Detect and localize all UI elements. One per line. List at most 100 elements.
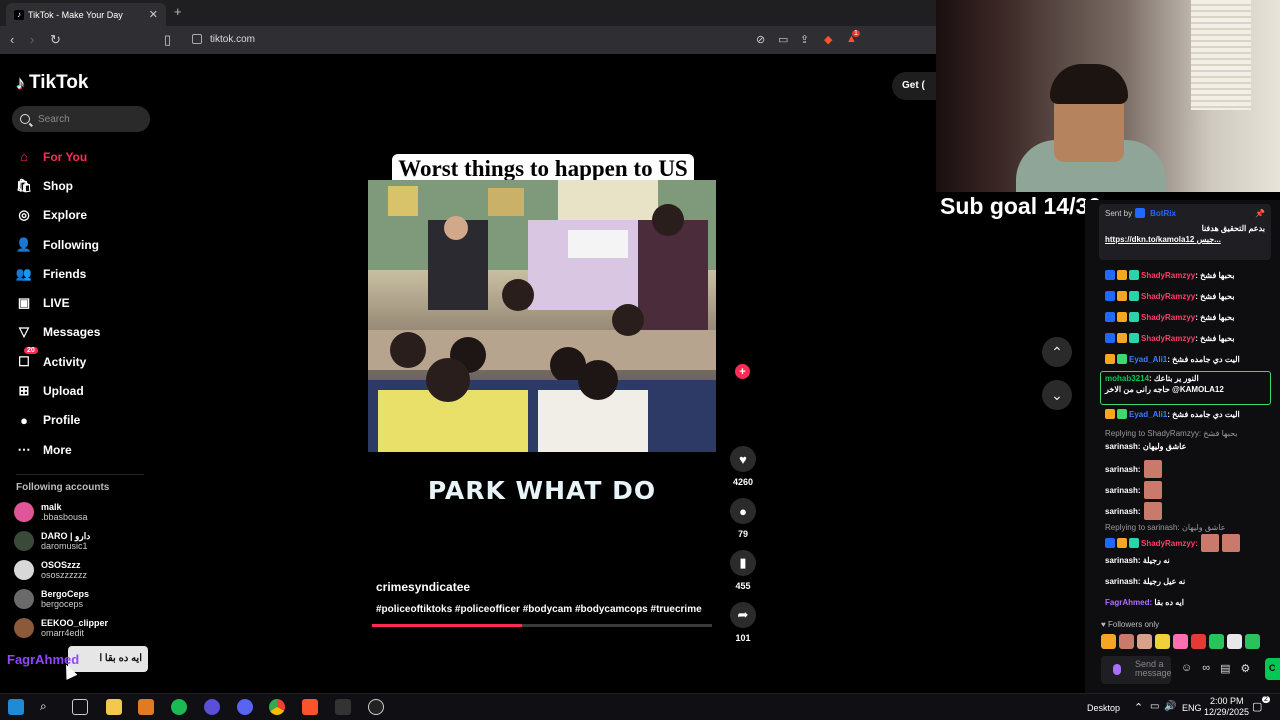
tray-chevron-icon[interactable]: ⌃ xyxy=(1134,701,1143,714)
sidebar-item-live[interactable]: ▣ LIVE xyxy=(16,288,146,317)
video-frame xyxy=(368,180,716,452)
sidebar-item-activity[interactable]: ☐ 20 Activity xyxy=(16,347,146,376)
store-icon[interactable]: ▤ xyxy=(1220,662,1230,675)
discord-icon[interactable] xyxy=(237,699,253,715)
activity-icon: ☐ xyxy=(18,353,30,369)
close-tab-icon[interactable]: ✕ xyxy=(149,8,158,21)
emote-icon[interactable] xyxy=(1227,634,1242,649)
pin-icon[interactable]: 📌 xyxy=(1255,209,1265,218)
brave-shield-icon[interactable]: ◆ xyxy=(824,33,836,46)
chat-user[interactable]: ShadyRamzyy xyxy=(1141,292,1195,301)
mic-icon[interactable] xyxy=(1113,664,1121,675)
chat-user[interactable]: sarinash: xyxy=(1105,556,1141,565)
emote-icon[interactable] xyxy=(1191,634,1206,649)
back-icon[interactable]: ‹ xyxy=(10,32,14,47)
pinned-message[interactable]: Sent by BotRix 📌 بدعم التحقيق هدفنا http… xyxy=(1099,204,1271,260)
app-icon[interactable] xyxy=(335,699,351,715)
like-action[interactable]: ♥ 4260 xyxy=(728,446,758,487)
chat-user[interactable]: ShadyRamzyy: xyxy=(1141,539,1198,548)
video-author[interactable]: crimesyndicatee xyxy=(376,580,470,594)
bookmark-icon[interactable]: ▯ xyxy=(164,32,171,48)
chat-user[interactable]: sarinash: xyxy=(1105,577,1141,586)
clock-time[interactable]: 2:00 PM xyxy=(1210,696,1244,706)
sidebar-item-upload[interactable]: ⊞ Upload xyxy=(16,376,146,405)
new-tab-button[interactable]: + xyxy=(174,4,182,19)
chat-user[interactable]: ShadyRamzyy xyxy=(1141,334,1195,343)
windows-start-icon[interactable] xyxy=(8,699,24,715)
video-player[interactable] xyxy=(368,180,716,452)
sidebar-item-friends[interactable]: 👥 Friends xyxy=(16,259,146,288)
chat-user[interactable]: FagrAhmed: xyxy=(1105,598,1152,607)
highlight-text-2: حاجه رانى من الاخر @KAMOLA12 xyxy=(1105,385,1224,394)
comment-action[interactable]: ● 79 xyxy=(728,498,758,539)
next-video-button[interactable]: ⌄ xyxy=(1042,380,1072,410)
emote-icon[interactable] xyxy=(1209,634,1224,649)
pinned-link[interactable]: https://dkn.to/kamola12 جبس... xyxy=(1105,235,1265,244)
emote-icon[interactable] xyxy=(1137,634,1152,649)
brave-taskbar-icon[interactable] xyxy=(302,699,318,715)
emote-icon[interactable] xyxy=(1101,634,1116,649)
following-account[interactable]: EEKOO_clipper omarr4edit xyxy=(14,615,144,641)
app-icon[interactable] xyxy=(204,699,220,715)
chat-user[interactable]: ShadyRamzyy xyxy=(1141,313,1195,322)
share-icon[interactable]: ⇪ xyxy=(800,33,812,46)
reload-icon[interactable]: ↻ xyxy=(50,32,61,48)
emote-picker-icon[interactable]: ☺ xyxy=(1181,662,1192,675)
previous-video-button[interactable]: ⌃ xyxy=(1042,337,1072,367)
desktop-toolbar[interactable]: Desktop xyxy=(1087,703,1120,713)
no-media-icon[interactable]: ⊘ xyxy=(756,33,768,46)
sidebar-item-profile[interactable]: ● Profile xyxy=(16,406,146,435)
url-field[interactable]: tiktok.com xyxy=(184,29,744,51)
site-info-icon[interactable] xyxy=(192,34,202,44)
following-account[interactable]: malk .bbasbousa xyxy=(14,499,144,525)
chat-input[interactable]: Send a message xyxy=(1101,656,1172,684)
sidebar-item-explore[interactable]: ◎ Explore xyxy=(16,201,146,230)
sidebar-item-for-you[interactable]: ⌂ For You xyxy=(16,142,146,171)
emote-icon[interactable] xyxy=(1245,634,1260,649)
save-action[interactable]: ▮ 455 xyxy=(728,550,758,591)
forward-icon[interactable]: › xyxy=(30,32,34,47)
volume-icon[interactable]: 🔊 xyxy=(1164,701,1176,712)
emote-icon[interactable] xyxy=(1155,634,1170,649)
app-icon[interactable] xyxy=(138,699,154,715)
spotify-icon[interactable] xyxy=(171,699,187,715)
clock-date[interactable]: 12/29/2025 xyxy=(1204,707,1249,717)
share-action[interactable]: ➦ 101 xyxy=(728,602,758,643)
comment-count: 79 xyxy=(737,529,748,539)
chat-user[interactable]: sarinash: xyxy=(1105,442,1141,451)
video-hashtags[interactable]: #policeoftiktoks #policeofficer #bodycam… xyxy=(376,604,702,615)
highlight-user[interactable]: mohab3214 xyxy=(1105,374,1149,383)
following-account[interactable]: DARO | دارو daromusic1 xyxy=(14,528,144,554)
extensions-icon[interactable]: ∞ xyxy=(1202,662,1210,675)
network-icon[interactable]: ▭ xyxy=(1150,701,1159,712)
file-explorer-icon[interactable] xyxy=(106,699,122,715)
sidebar-item-messages[interactable]: ▽ Messages xyxy=(16,318,146,347)
chat-user[interactable]: ShadyRamzyy xyxy=(1141,271,1195,280)
obs-icon[interactable] xyxy=(368,699,384,715)
language-indicator[interactable]: ENG xyxy=(1182,703,1202,713)
cast-icon[interactable]: ▭ xyxy=(778,33,790,46)
sidebar-item-shop[interactable]: 🛍 Shop xyxy=(16,171,146,200)
emote-icon[interactable] xyxy=(1119,634,1134,649)
following-account[interactable]: BergoCeps bergoceps xyxy=(14,586,144,612)
task-view-icon[interactable] xyxy=(72,699,88,715)
chat-user[interactable]: Eyad_Ali1 xyxy=(1129,410,1167,419)
chrome-icon[interactable] xyxy=(269,699,285,715)
search-input[interactable]: Search xyxy=(12,106,150,132)
chat-user[interactable]: sarinash: xyxy=(1105,507,1141,516)
settings-gear-icon[interactable]: ⚙ xyxy=(1240,662,1250,675)
chat-user[interactable]: sarinash: xyxy=(1105,486,1141,495)
tiktok-logo[interactable]: ♪ TikTok xyxy=(16,72,88,94)
video-progress-bar[interactable] xyxy=(372,624,712,627)
sidebar-item-more[interactable]: ⋯ More xyxy=(16,435,146,464)
chat-user[interactable]: Eyad_Ali1 xyxy=(1129,355,1167,364)
sidebar-item-following[interactable]: 👤 Following xyxy=(16,230,146,259)
browser-tab-tiktok[interactable]: ♪ TikTok - Make Your Day ✕ xyxy=(6,3,166,26)
emote-icon[interactable] xyxy=(1173,634,1188,649)
follow-plus-button[interactable]: + xyxy=(735,364,750,379)
taskbar-search-icon[interactable]: ⌕ xyxy=(40,699,56,715)
notification-icon[interactable]: ▢ xyxy=(1252,700,1262,713)
chat-user[interactable]: sarinash: xyxy=(1105,465,1141,474)
following-account[interactable]: OSOSzzz ososzzzzzz xyxy=(14,557,144,583)
chat-send-button[interactable]: C xyxy=(1265,658,1280,680)
